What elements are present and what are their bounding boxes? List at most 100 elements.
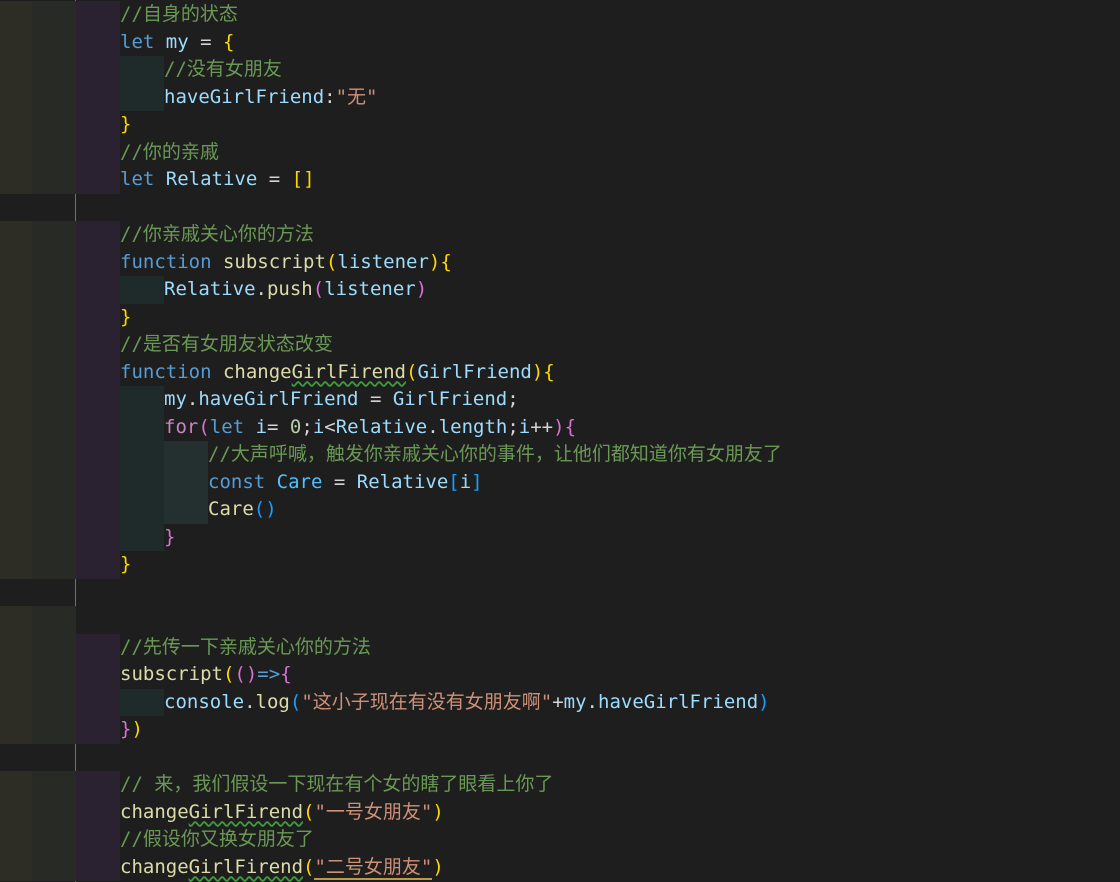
code-line[interactable]: //先传一下亲戚关心你的方法 <box>0 633 1120 662</box>
indent-band <box>120 523 164 551</box>
indent-band <box>76 468 120 496</box>
code-line[interactable] <box>0 579 1120 607</box>
code-token: for <box>164 415 199 438</box>
code-text[interactable]: //先传一下亲戚关心你的方法 <box>120 634 371 662</box>
code-line[interactable]: console.log("这小子现在有没有女朋友啊"+my.haveGirlFr… <box>0 688 1120 717</box>
code-text[interactable]: function changeGirlFirend(GirlFriend){ <box>120 359 555 387</box>
indent-band <box>32 551 76 579</box>
indent-band <box>0 826 32 854</box>
code-token: "一号女朋友" <box>314 800 433 823</box>
code-line[interactable] <box>0 194 1120 222</box>
code-token: = <box>358 388 393 410</box>
code-token: my <box>563 690 587 713</box>
code-line[interactable]: subscript(()=>{ <box>0 661 1120 689</box>
code-text[interactable]: for(let i= 0;i<Relative.length;i++){ <box>164 414 576 442</box>
code-text[interactable]: //自身的状态 <box>120 1 238 29</box>
code-line[interactable]: } <box>0 303 1120 332</box>
code-token: . <box>255 278 267 300</box>
code-text[interactable]: Care() <box>208 496 277 524</box>
code-line[interactable]: const Care = Relative[i] <box>0 468 1120 497</box>
code-line[interactable]: }) <box>0 716 1120 744</box>
code-token: ; <box>507 415 519 438</box>
indent-band <box>164 468 208 496</box>
code-text[interactable]: haveGirlFriend:"无" <box>164 84 378 112</box>
code-text[interactable]: Relative.push(listener) <box>164 276 427 304</box>
code-line[interactable]: //没有女朋友 <box>0 56 1120 84</box>
code-line[interactable]: //你亲戚关心你的方法 <box>0 221 1120 249</box>
code-text[interactable]: //你的亲戚 <box>120 139 219 167</box>
code-line[interactable]: Relative.push(listener) <box>0 276 1120 304</box>
indent-band <box>0 221 32 249</box>
code-text[interactable]: } <box>164 524 175 552</box>
indent-band <box>0 1 32 29</box>
code-editor[interactable]: //自身的状态 let my = {//没有女朋友 haveGirlFriend:"… <box>0 0 1120 882</box>
code-line[interactable]: } <box>0 523 1120 552</box>
code-text[interactable]: // 来，我们假设一下现在有个女的瞎了眼看上你了 <box>120 771 553 799</box>
code-text[interactable]: subscript(()=>{ <box>120 661 292 689</box>
code-line[interactable]: function changeGirlFirend(GirlFriend){ <box>0 358 1120 387</box>
indent-band <box>120 468 164 496</box>
code-text[interactable]: //你亲戚关心你的方法 <box>120 221 314 249</box>
indent-band <box>164 441 208 469</box>
code-line[interactable]: // 来，我们假设一下现在有个女的瞎了眼看上你了 <box>0 771 1120 799</box>
code-text[interactable]: //是否有女朋友状态改变 <box>120 331 333 359</box>
indent-band <box>76 826 120 854</box>
code-text[interactable]: //假设你又换女朋友了 <box>120 826 314 854</box>
indent-band <box>0 83 32 111</box>
code-line[interactable]: //你的亲戚 <box>0 138 1120 167</box>
code-text[interactable]: let my = { <box>120 29 234 57</box>
code-token: ) <box>415 278 428 300</box>
code-token: Relative <box>165 168 258 190</box>
code-token: () <box>234 663 258 685</box>
code-text[interactable]: changeGirlFirend("一号女朋友") <box>120 799 444 827</box>
code-line[interactable]: //是否有女朋友状态改变 <box>0 331 1120 359</box>
code-line[interactable]: let my = { <box>0 28 1120 57</box>
code-line[interactable]: Care() <box>0 496 1120 524</box>
code-line[interactable]: my.haveGirlFriend = GirlFriend; <box>0 386 1120 414</box>
code-token: { <box>440 250 452 273</box>
code-line[interactable] <box>0 606 1120 634</box>
code-text[interactable]: function subscript(listener){ <box>120 249 452 277</box>
code-line[interactable]: for(let i= 0;i<Relative.length;i++){ <box>0 413 1120 442</box>
code-line[interactable]: } <box>0 551 1120 579</box>
code-token: function <box>120 250 212 273</box>
indent-band <box>32 56 76 84</box>
code-text[interactable]: //大声呼喊，触发你亲戚关心你的事件，让他们都知道你有女朋友了 <box>208 441 782 469</box>
code-text[interactable]: console.log("这小子现在有没有女朋友啊"+my.haveGirlFr… <box>164 689 770 717</box>
indent-band <box>32 83 76 111</box>
code-line[interactable] <box>0 744 1120 772</box>
code-text[interactable]: let Relative = [] <box>120 166 315 194</box>
code-line[interactable]: //自身的状态 <box>0 1 1120 29</box>
indent-band <box>32 853 76 881</box>
code-line[interactable]: let Relative = [] <box>0 166 1120 194</box>
code-token: . <box>244 690 256 713</box>
code-text[interactable]: //没有女朋友 <box>164 56 282 84</box>
indent-band <box>76 83 120 111</box>
code-line[interactable]: haveGirlFriend:"无" <box>0 83 1120 112</box>
code-text[interactable]: } <box>120 111 131 139</box>
code-line[interactable]: //大声呼喊，触发你亲戚关心你的事件，让他们都知道你有女朋友了 <box>0 441 1120 469</box>
indent-band <box>76 331 120 359</box>
code-line[interactable]: changeGirlFirend("二号女朋友") <box>0 853 1120 882</box>
code-token: { <box>280 663 292 685</box>
code-text[interactable]: changeGirlFirend("二号女朋友") <box>120 854 444 882</box>
indent-band <box>32 413 76 441</box>
indent-band <box>120 688 164 716</box>
code-token: change <box>120 800 189 823</box>
code-token: ; <box>301 415 313 438</box>
indent-band <box>76 771 120 799</box>
code-text[interactable]: my.haveGirlFriend = GirlFriend; <box>164 386 519 414</box>
code-line[interactable]: } <box>0 111 1120 139</box>
code-line[interactable]: function subscript(listener){ <box>0 248 1120 277</box>
code-line[interactable]: //假设你又换女朋友了 <box>0 826 1120 854</box>
code-text[interactable]: } <box>120 551 131 579</box>
code-text[interactable]: } <box>120 304 131 332</box>
code-text[interactable]: const Care = Relative[i] <box>208 469 483 497</box>
indent-band <box>32 166 76 194</box>
code-line[interactable]: changeGirlFirend("一号女朋友") <box>0 798 1120 827</box>
code-token: } <box>120 553 132 575</box>
code-text[interactable]: }) <box>120 716 143 744</box>
indent-band <box>32 1 76 29</box>
code-token: => <box>257 663 281 685</box>
indent-band <box>0 303 32 331</box>
